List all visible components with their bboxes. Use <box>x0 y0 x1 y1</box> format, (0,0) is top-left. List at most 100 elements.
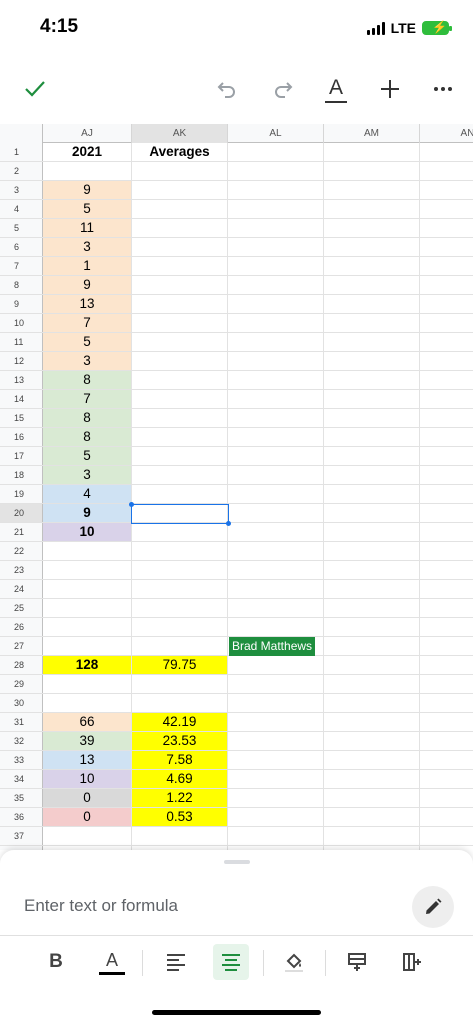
cell-aj[interactable]: 13 <box>43 751 132 769</box>
column-header-am[interactable]: AM <box>324 124 420 143</box>
column-header-an[interactable]: AN <box>420 124 473 143</box>
cell-ak[interactable] <box>132 428 228 446</box>
cell-ak[interactable] <box>132 200 228 218</box>
cell-al[interactable] <box>228 219 324 237</box>
cell-aj[interactable]: 7 <box>43 390 132 408</box>
cell-aj[interactable]: 11 <box>43 219 132 237</box>
cell-ak[interactable] <box>132 637 228 655</box>
row-header[interactable]: 35 <box>0 789 43 807</box>
cell-aj[interactable] <box>43 637 132 655</box>
cell-aj[interactable]: 4 <box>43 485 132 503</box>
cell-al[interactable] <box>228 466 324 484</box>
cell-am[interactable] <box>324 314 420 332</box>
cell-ak[interactable] <box>132 276 228 294</box>
cell-ak[interactable] <box>132 238 228 256</box>
cell-am[interactable] <box>324 713 420 731</box>
cell-aj[interactable] <box>43 694 132 712</box>
row-header[interactable]: 13 <box>0 371 43 389</box>
cell-am[interactable] <box>324 504 420 522</box>
select-all-corner[interactable] <box>0 124 43 143</box>
cell-am[interactable] <box>324 827 420 845</box>
row-header[interactable]: 36 <box>0 808 43 826</box>
cell-al[interactable] <box>228 808 324 826</box>
row-header[interactable]: 27 <box>0 637 43 655</box>
cell-aj[interactable]: 10 <box>43 523 132 541</box>
cell-an[interactable] <box>420 523 473 541</box>
cell-am[interactable] <box>324 390 420 408</box>
row-header[interactable]: 25 <box>0 599 43 617</box>
cell-al[interactable] <box>228 732 324 750</box>
cell-al[interactable] <box>228 143 324 161</box>
cell-an[interactable] <box>420 257 473 275</box>
cell-an[interactable] <box>420 409 473 427</box>
cell-ak[interactable] <box>132 295 228 313</box>
cell-am[interactable] <box>324 181 420 199</box>
align-left-icon[interactable] <box>158 944 194 980</box>
cell-am[interactable] <box>324 447 420 465</box>
cell-aj[interactable]: 2021 <box>43 143 132 161</box>
row-header[interactable]: 22 <box>0 542 43 560</box>
cell-am[interactable] <box>324 143 420 161</box>
row-header[interactable]: 14 <box>0 390 43 408</box>
more-icon[interactable] <box>430 74 456 104</box>
cell-an[interactable] <box>420 371 473 389</box>
cell-ak[interactable] <box>132 675 228 693</box>
cell-ak[interactable] <box>132 485 228 503</box>
cell-al[interactable] <box>228 409 324 427</box>
redo-icon[interactable] <box>270 74 296 104</box>
cell-al[interactable] <box>228 599 324 617</box>
cell-am[interactable] <box>324 523 420 541</box>
cell-aj[interactable]: 0 <box>43 789 132 807</box>
row-header[interactable]: 37 <box>0 827 43 845</box>
cell-an[interactable] <box>420 219 473 237</box>
checkmark-icon[interactable] <box>22 74 48 104</box>
cell-ak[interactable] <box>132 371 228 389</box>
cell-al[interactable] <box>228 675 324 693</box>
cell-am[interactable] <box>324 599 420 617</box>
cell-ak[interactable]: 7.58 <box>132 751 228 769</box>
cell-an[interactable] <box>420 618 473 636</box>
cell-al[interactable] <box>228 428 324 446</box>
cell-am[interactable] <box>324 276 420 294</box>
cell-ak[interactable] <box>132 447 228 465</box>
cell-aj[interactable] <box>43 618 132 636</box>
row-header[interactable]: 20 <box>0 504 43 522</box>
column-header-ak[interactable]: AK <box>132 124 228 143</box>
bold-button[interactable]: B <box>38 944 74 980</box>
plus-icon[interactable] <box>377 74 403 104</box>
cell-an[interactable] <box>420 428 473 446</box>
cell-al[interactable] <box>228 751 324 769</box>
cell-aj[interactable] <box>43 580 132 598</box>
cell-an[interactable] <box>420 827 473 845</box>
row-header[interactable]: 2 <box>0 162 43 180</box>
cell-am[interactable] <box>324 561 420 579</box>
cell-am[interactable] <box>324 238 420 256</box>
cell-am[interactable] <box>324 428 420 446</box>
cell-an[interactable] <box>420 789 473 807</box>
cell-aj[interactable]: 3 <box>43 238 132 256</box>
cell-al[interactable] <box>228 181 324 199</box>
cell-al[interactable] <box>228 238 324 256</box>
cell-al[interactable] <box>228 295 324 313</box>
cell-aj[interactable]: 39 <box>43 732 132 750</box>
cell-an[interactable] <box>420 390 473 408</box>
cell-am[interactable] <box>324 200 420 218</box>
cell-al[interactable] <box>228 485 324 503</box>
row-header[interactable]: 21 <box>0 523 43 541</box>
cell-aj[interactable]: 9 <box>43 504 132 522</box>
cell-al[interactable] <box>228 827 324 845</box>
cell-ak[interactable] <box>132 523 228 541</box>
row-header[interactable]: 30 <box>0 694 43 712</box>
cell-an[interactable] <box>420 751 473 769</box>
cell-aj[interactable]: 8 <box>43 428 132 446</box>
row-header[interactable]: 17 <box>0 447 43 465</box>
pencil-icon[interactable] <box>412 886 454 928</box>
row-header[interactable]: 32 <box>0 732 43 750</box>
cell-am[interactable] <box>324 542 420 560</box>
cell-aj[interactable]: 5 <box>43 447 132 465</box>
row-header[interactable]: 19 <box>0 485 43 503</box>
cell-am[interactable] <box>324 789 420 807</box>
cell-am[interactable] <box>324 580 420 598</box>
cell-al[interactable] <box>228 162 324 180</box>
cell-an[interactable] <box>420 599 473 617</box>
